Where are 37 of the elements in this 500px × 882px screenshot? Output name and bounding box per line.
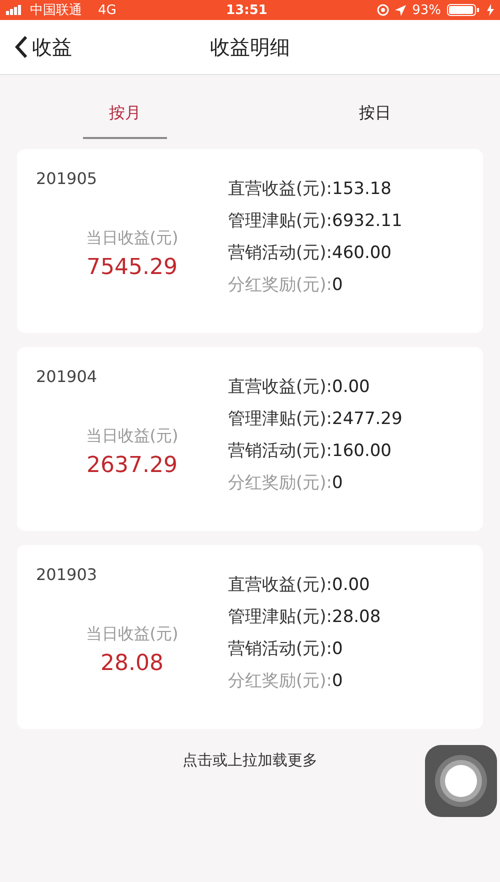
page-title: 收益明细	[210, 34, 290, 60]
breakdown-line: 分红奖励(元):0	[228, 670, 344, 692]
breakdown-line: 管理津贴(元):6932.11	[228, 210, 402, 232]
breakdown-line: 营销活动(元):0	[228, 638, 344, 660]
breakdown-line: 管理津贴(元):28.08	[228, 606, 381, 628]
period-label: 201903	[36, 565, 98, 584]
network-type: 4G	[98, 2, 116, 18]
breakdown-line: 直营收益(元):0.00	[228, 376, 371, 398]
breakdown-line: 营销活动(元):160.00	[228, 440, 392, 462]
period-label: 201904	[36, 367, 98, 386]
location-icon	[395, 4, 406, 16]
breakdown-line: 营销活动(元):460.00	[228, 242, 392, 264]
total-amount: 2637.29	[86, 453, 178, 478]
breakdown-line: 分红奖励(元):0	[228, 274, 344, 296]
total-label: 当日收益(元)	[86, 426, 178, 447]
back-chevron-icon	[14, 35, 28, 59]
tab[interactable]: 按月	[0, 85, 250, 141]
load-more-link[interactable]: 点击或上拉加载更多	[182, 751, 318, 770]
total-amount: 7545.29	[86, 255, 178, 280]
breakdown-line: 管理津贴(元):2477.29	[228, 408, 402, 430]
total-label: 当日收益(元)	[86, 624, 178, 645]
carrier-name: 中国联通	[30, 2, 82, 19]
battery-icon	[447, 4, 481, 16]
total-label: 当日收益(元)	[86, 228, 178, 249]
signal-icon	[6, 5, 24, 15]
assistive-touch-button[interactable]	[425, 745, 497, 817]
charging-icon	[487, 4, 494, 16]
breakdown-line: 直营收益(元):153.18	[228, 178, 392, 200]
period-label: 201905	[36, 169, 98, 188]
battery-percent: 93%	[412, 2, 441, 18]
rotation-lock-icon	[377, 4, 390, 16]
back-button[interactable]: 收益	[0, 34, 72, 60]
clock-time: 13:51	[226, 2, 268, 18]
breakdown-line: 直营收益(元):0.00	[228, 574, 371, 596]
breakdown-line: 分红奖励(元):0	[228, 472, 344, 494]
total-amount: 28.08	[100, 651, 164, 676]
tab[interactable]: 按日	[250, 85, 500, 141]
